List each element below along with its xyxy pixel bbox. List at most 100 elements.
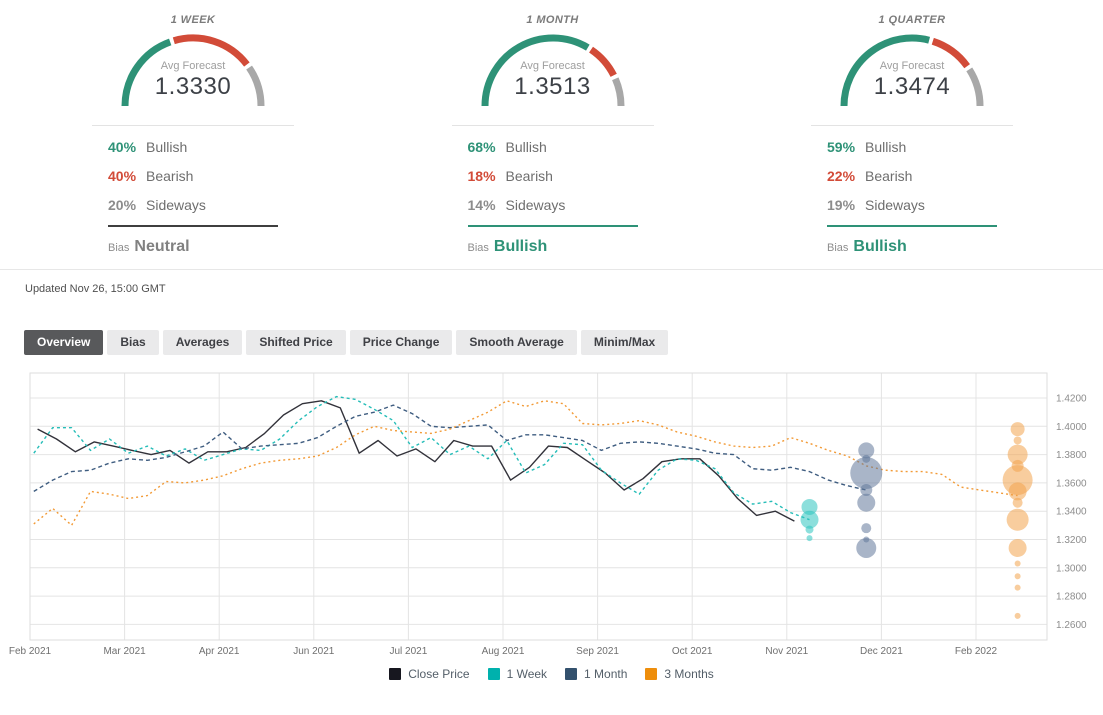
bearish-label: Bearish <box>506 168 553 184</box>
bearish-percent: 22% <box>827 168 865 184</box>
svg-text:1.3000: 1.3000 <box>1056 563 1087 574</box>
avg-forecast-value: 1.3513 <box>477 73 629 101</box>
svg-text:1.3400: 1.3400 <box>1056 507 1087 518</box>
bearish-row: 18% Bearish <box>452 162 654 191</box>
chart-tabs: Overview Bias Averages Shifted Price Pri… <box>24 330 1103 355</box>
bias-label: Bias <box>827 242 848 254</box>
gauge-text: Avg Forecast 1.3474 <box>836 60 988 101</box>
gauge-wrap: Avg Forecast 1.3330 <box>117 28 269 112</box>
legend-3-months[interactable]: 3 Months <box>645 667 713 681</box>
legend-label: 1 Month <box>584 667 627 681</box>
sideways-percent: 20% <box>108 197 146 213</box>
sideways-label: Sideways <box>146 197 206 213</box>
sideways-percent: 14% <box>468 197 506 213</box>
svg-text:1.4200: 1.4200 <box>1056 394 1087 405</box>
tab-overview[interactable]: Overview <box>24 330 103 355</box>
forecast-period-title: 1 MONTH <box>452 14 654 26</box>
svg-text:1.2800: 1.2800 <box>1056 592 1087 603</box>
forecast-chart-section: Feb 2021 Mar 2021 Apr 2021 Jun 2021 Jul 2021… <box>0 371 1103 681</box>
close-price-swatch-icon <box>389 668 401 680</box>
svg-text:Dec 2021: Dec 2021 <box>860 646 903 657</box>
legend-label: 1 Week <box>507 667 547 681</box>
legend-1-month[interactable]: 1 Month <box>565 667 627 681</box>
bullish-label: Bullish <box>146 139 187 155</box>
bias-row: BiasNeutral <box>92 227 294 256</box>
legend-1-week[interactable]: 1 Week <box>488 667 547 681</box>
svg-text:1.3800: 1.3800 <box>1056 450 1087 461</box>
svg-text:Jun 2021: Jun 2021 <box>293 646 335 657</box>
svg-text:Oct 2021: Oct 2021 <box>672 646 713 657</box>
svg-text:Jul 2021: Jul 2021 <box>389 646 427 657</box>
avg-forecast-label: Avg Forecast <box>836 60 988 72</box>
card-divider <box>811 125 1013 126</box>
card-divider <box>92 125 294 126</box>
bullish-label: Bullish <box>506 139 547 155</box>
bias-row: Bias Bullish <box>811 227 1013 256</box>
gauge-wrap: Avg Forecast 1.3513 <box>477 28 629 112</box>
sideways-percent: 19% <box>827 197 865 213</box>
sideways-label: Sideways <box>865 197 925 213</box>
gauge-text: Avg Forecast 1.3330 <box>117 60 269 101</box>
tab-shifted-price[interactable]: Shifted Price <box>246 330 345 355</box>
bearish-label: Bearish <box>865 168 912 184</box>
sideways-row: 20% Sideways <box>92 191 294 220</box>
bearish-percent: 40% <box>108 168 146 184</box>
card-divider <box>452 125 654 126</box>
updated-timestamp: Updated Nov 26, 15:00 GMT <box>0 270 1103 295</box>
tab-smooth-average[interactable]: Smooth Average <box>456 330 576 355</box>
forecast-period-title: 1 WEEK <box>92 14 294 26</box>
legend-close-price[interactable]: Close Price <box>389 667 469 681</box>
bullish-row: 59% Bullish <box>811 133 1013 162</box>
tab-averages[interactable]: Averages <box>163 330 243 355</box>
three-months-swatch-icon <box>645 668 657 680</box>
tab-minim-max[interactable]: Minim/Max <box>581 330 668 355</box>
avg-forecast-value: 1.3474 <box>836 73 988 101</box>
svg-text:Nov 2021: Nov 2021 <box>765 646 808 657</box>
legend-label: Close Price <box>408 667 469 681</box>
forecast-summary: 1 WEEK Avg Forecast 1.3330 40% Bullish 4… <box>0 0 1103 256</box>
svg-text:Sep 2021: Sep 2021 <box>576 646 619 657</box>
bias-value: Neutral <box>134 238 189 255</box>
avg-forecast-value: 1.3330 <box>117 73 269 101</box>
bullish-row: 68% Bullish <box>452 133 654 162</box>
forecast-card-1-week: 1 WEEK Avg Forecast 1.3330 40% Bullish 4… <box>92 10 294 256</box>
one-week-swatch-icon <box>488 668 500 680</box>
svg-text:Aug 2021: Aug 2021 <box>482 646 525 657</box>
forecast-period-title: 1 QUARTER <box>811 14 1013 26</box>
bias-label: Bias <box>468 242 489 254</box>
one-month-swatch-icon <box>565 668 577 680</box>
forecast-overview-chart: Feb 2021 Mar 2021 Apr 2021 Jun 2021 Jul 2021… <box>0 371 1103 661</box>
bias-row: Bias Bullish <box>452 227 654 256</box>
bullish-label: Bullish <box>865 139 906 155</box>
sideways-label: Sideways <box>506 197 566 213</box>
svg-text:Feb 2021: Feb 2021 <box>9 646 52 657</box>
svg-text:1.2600: 1.2600 <box>1056 620 1087 631</box>
sideways-row: 14% Sideways <box>452 191 654 220</box>
forecast-card-1-quarter: 1 QUARTER Avg Forecast 1.3474 59% Bullis… <box>811 10 1013 256</box>
bearish-row: 22% Bearish <box>811 162 1013 191</box>
forecast-card-1-month: 1 MONTH Avg Forecast 1.3513 68% Bullish … <box>452 10 654 256</box>
bullish-percent: 68% <box>468 139 506 155</box>
bullish-percent: 59% <box>827 139 865 155</box>
chart-legend: Close Price 1 Week 1 Month 3 Months <box>0 667 1103 681</box>
gauge-text: Avg Forecast 1.3513 <box>477 60 629 101</box>
tab-bias[interactable]: Bias <box>107 330 158 355</box>
gauge-wrap: Avg Forecast 1.3474 <box>836 28 988 112</box>
bias-value: Bullish <box>853 238 906 255</box>
bearish-label: Bearish <box>146 168 193 184</box>
tab-price-change[interactable]: Price Change <box>350 330 453 355</box>
svg-text:Feb 2022: Feb 2022 <box>955 646 998 657</box>
sideways-row: 19% Sideways <box>811 191 1013 220</box>
bias-value: Bullish <box>494 238 547 255</box>
svg-text:Mar 2021: Mar 2021 <box>103 646 146 657</box>
avg-forecast-label: Avg Forecast <box>117 60 269 72</box>
bearish-row: 40% Bearish <box>92 162 294 191</box>
legend-label: 3 Months <box>664 667 713 681</box>
svg-text:1.3200: 1.3200 <box>1056 535 1087 546</box>
svg-text:Apr 2021: Apr 2021 <box>199 646 240 657</box>
svg-text:1.4000: 1.4000 <box>1056 422 1087 433</box>
bearish-percent: 18% <box>468 168 506 184</box>
avg-forecast-label: Avg Forecast <box>477 60 629 72</box>
svg-text:1.3600: 1.3600 <box>1056 479 1087 490</box>
bullish-row: 40% Bullish <box>92 133 294 162</box>
